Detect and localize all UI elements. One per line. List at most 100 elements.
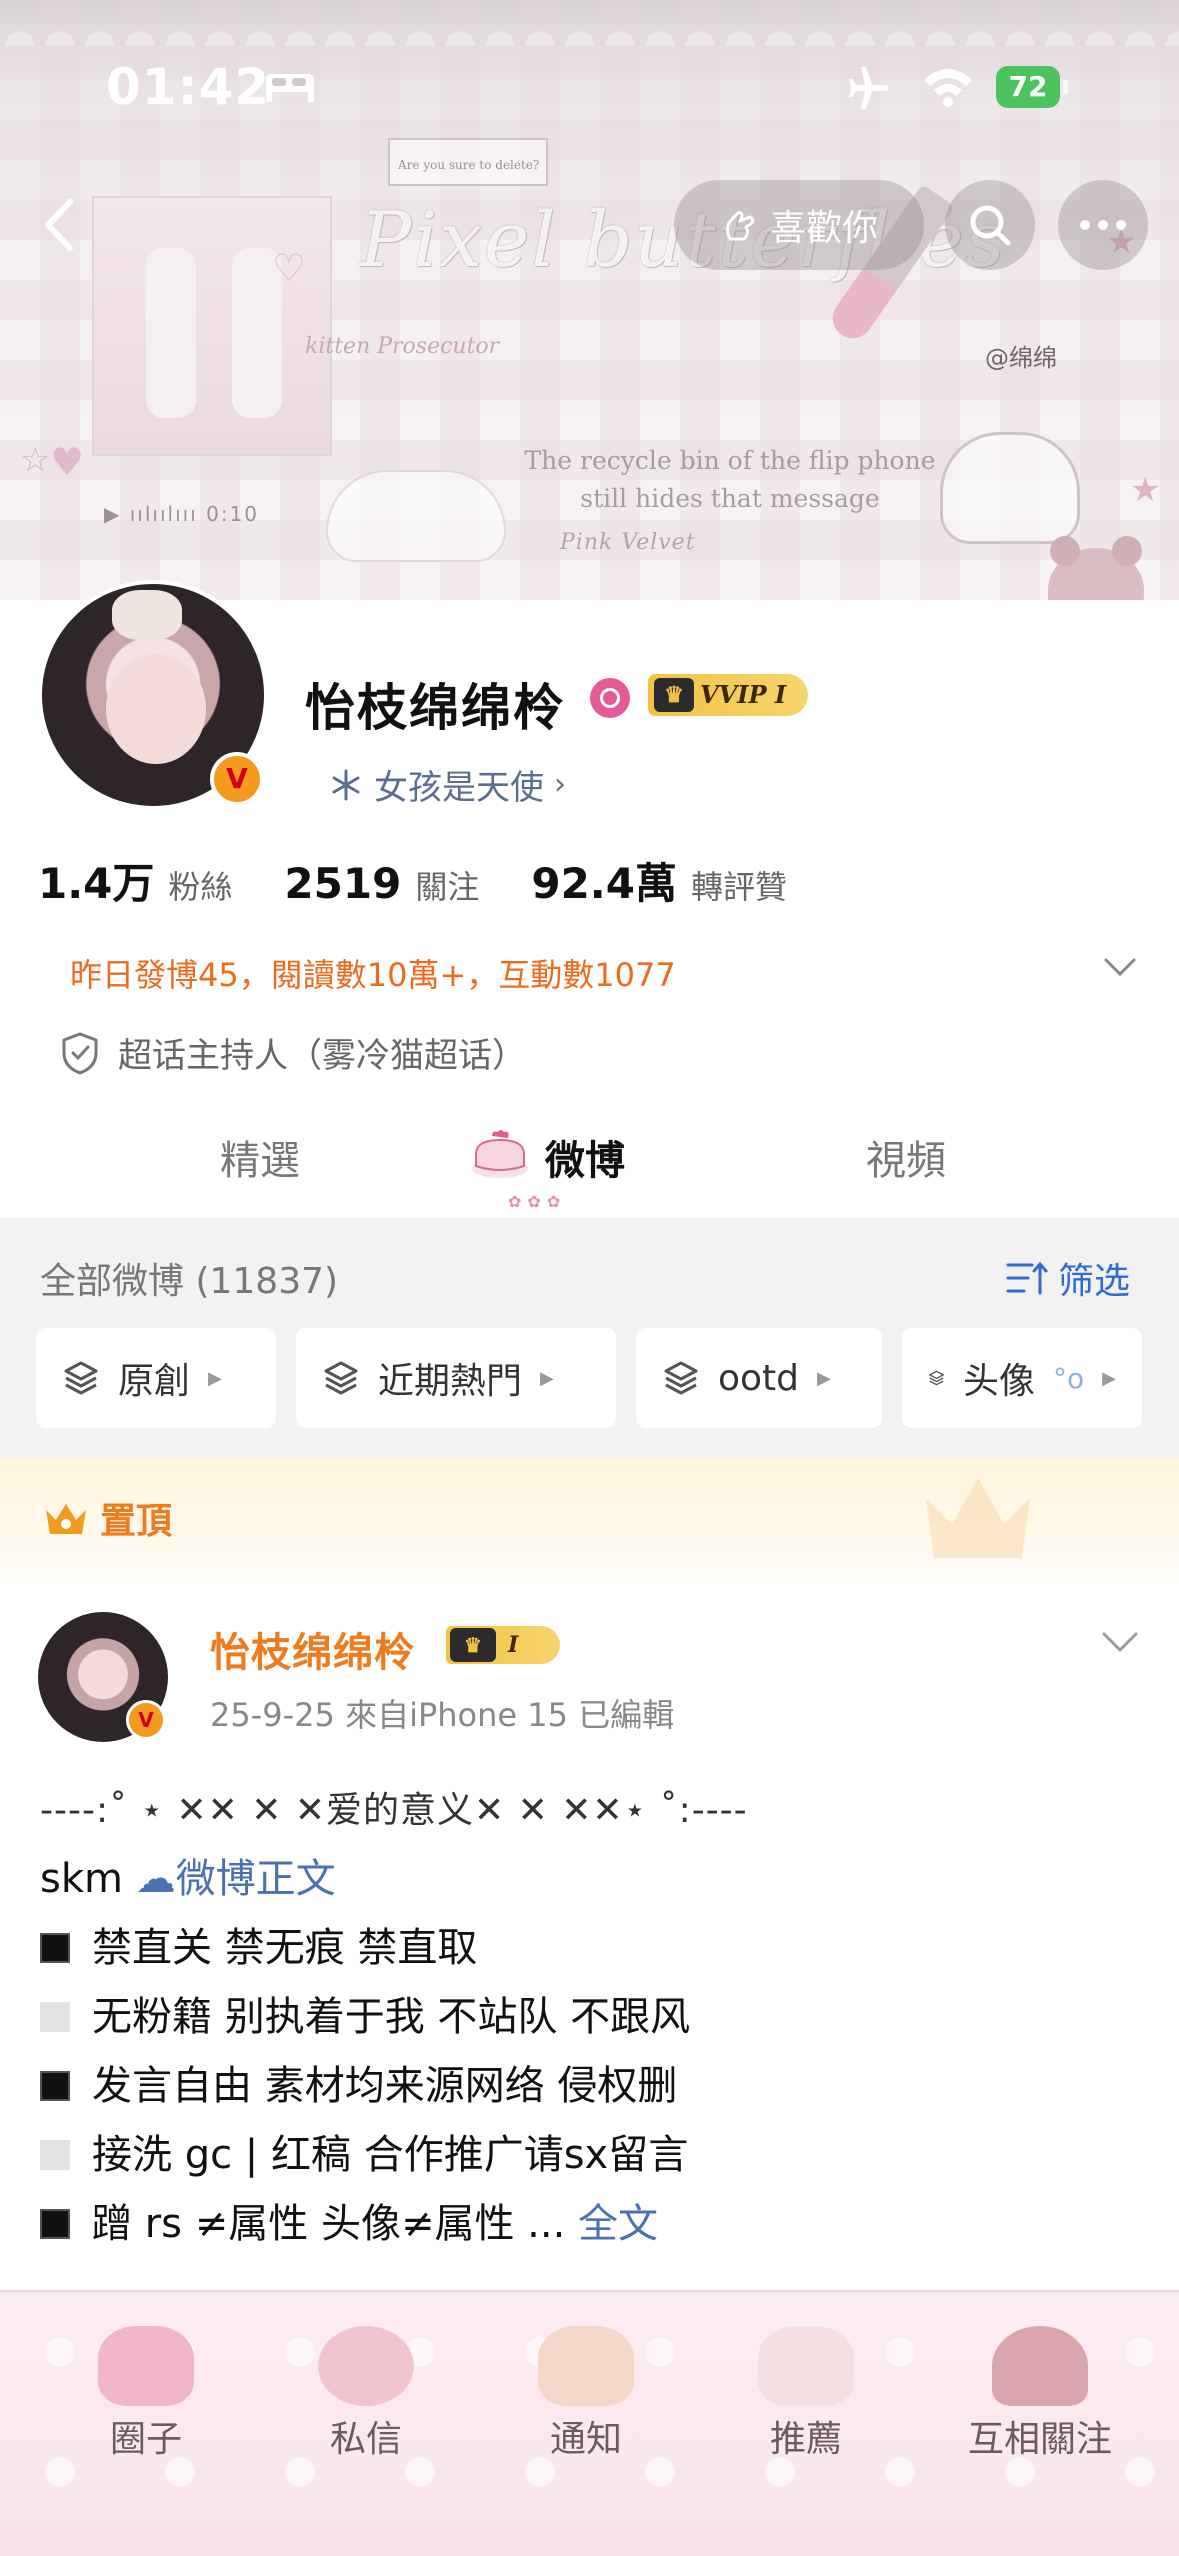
airplane-mode-icon <box>849 67 889 109</box>
chevron-down-icon[interactable] <box>1098 1626 1142 1658</box>
chip-arrow-icon: ▶ <box>208 1367 222 1389</box>
bullet-square <box>40 2071 70 2101</box>
bullet-square <box>40 2002 70 2032</box>
bubble-icon: °o <box>1053 1361 1085 1395</box>
wifi-icon <box>924 69 972 107</box>
star-decoration: ☆ <box>20 440 51 480</box>
stat-fans[interactable]: 1.4万 粉絲 <box>38 850 232 911</box>
chip-ootd[interactable]: ootd ▶ <box>636 1328 882 1428</box>
post-line-text: 无粉籍 别执着于我 不站队 不跟风 <box>92 1994 691 2040</box>
like-button[interactable]: 喜歡你 <box>674 180 924 270</box>
search-button[interactable] <box>945 180 1035 270</box>
nav-circle[interactable]: 圈子 <box>56 2326 236 2462</box>
mushroom-icon <box>992 2326 1088 2406</box>
avatar-face <box>106 654 206 764</box>
nav-label: 圈子 <box>109 2419 182 2460</box>
chip-arrow-icon: ▶ <box>817 1367 831 1389</box>
heart-box-icon <box>98 2326 194 2406</box>
chip-arrow-icon: ▶ <box>1102 1367 1116 1389</box>
heart-decoration: ♡ <box>272 246 307 290</box>
full-text-link[interactable]: 全文 <box>578 2201 658 2247</box>
chip-label: ootd <box>718 1357 800 1399</box>
chip-label: 头像 <box>963 1361 1036 1402</box>
feed-filter-area: 全部微博 (11837) 筛选 原創 ▶ 近期熱門 ▶ ootd ▶ 头像 °o… <box>0 1218 1179 1458</box>
heart-decoration: ♥ <box>50 440 85 484</box>
stat-interactions-number: 92.4萬 <box>531 859 677 908</box>
post-line-text: 蹭 rs ≠属性 头像≠属性 ... <box>92 2201 579 2247</box>
tab-videos[interactable]: 視頻 <box>866 1128 946 1186</box>
weibo-text-link[interactable]: ☁微博正文 <box>136 1856 336 1902</box>
stat-fans-label: 粉絲 <box>168 868 233 906</box>
host-label: 超话主持人（雾冷猫超话） <box>118 1036 526 1076</box>
nav-recommend[interactable]: 推薦 <box>716 2326 896 2462</box>
nav-label: 通知 <box>549 2419 622 2460</box>
like-label: 喜歡你 <box>769 208 878 249</box>
hand-heart-icon <box>725 211 755 241</box>
cloud-icon: ☁ <box>135 1856 176 1902</box>
nav-messages[interactable]: 私信 <box>276 2326 456 2462</box>
shield-icon <box>62 1031 98 1075</box>
profile-subtitle-link[interactable]: 女孩是天使 › <box>328 760 566 809</box>
back-icon[interactable] <box>26 190 96 260</box>
phone-heart-decoration <box>940 432 1080 544</box>
chip-recent-hot[interactable]: 近期熱門 ▶ <box>296 1328 616 1428</box>
status-time: 01:42 <box>106 58 271 116</box>
stat-interactions-label: 轉評贊 <box>690 868 787 906</box>
super-topic-host[interactable]: 超话主持人（雾冷猫超话） <box>60 1028 526 1077</box>
layers-icon <box>324 1361 358 1395</box>
subtitle-text: 女孩是天使 <box>374 768 544 808</box>
candy-icon <box>318 2326 414 2406</box>
nav-mutual-follow[interactable]: 互相關注 <box>940 2326 1140 2462</box>
weibo-text-label: 微博正文 <box>175 1856 336 1902</box>
status-bar: 01:42 72 <box>0 0 1179 150</box>
post-badge-label: I <box>508 1632 519 1658</box>
post-verified-badge: V <box>126 1700 166 1740</box>
nav-label: 推薦 <box>769 2419 842 2460</box>
battery-indicator: 72 <box>996 66 1068 108</box>
banner-subtitle: kitten Prosecutor <box>305 334 500 359</box>
search-icon <box>970 205 1011 246</box>
tab-featured[interactable]: 精選 <box>220 1128 300 1186</box>
banner-pink-velvet: Pink Velvet <box>560 530 696 555</box>
stat-fans-number: 1.4万 <box>38 859 155 908</box>
stat-interactions[interactable]: 92.4萬 轉評贊 <box>531 850 787 911</box>
profile-stats: 1.4万 粉絲 2519 關注 92.4萬 轉評贊 <box>38 850 839 911</box>
active-tab-indicator: ✿✿✿ <box>508 1192 567 1211</box>
chip-avatar[interactable]: 头像 °o ▶ <box>902 1328 1142 1428</box>
snowflake-icon <box>332 769 360 800</box>
chip-label: 原創 <box>118 1361 191 1402</box>
bottom-nav: 圈子 私信 通知 推薦 互相關注 <box>0 2290 1179 2556</box>
layers-icon <box>664 1361 698 1395</box>
filter-button[interactable]: 筛选 <box>1006 1252 1130 1304</box>
cat-decoration <box>326 470 506 562</box>
filter-label: 筛选 <box>1058 1261 1131 1302</box>
activity-summary: 昨日發博45，閱讀數10萬+，互動數1077 <box>70 956 676 994</box>
profile-name: 怡枝绵绵柃 <box>305 679 565 737</box>
vip-badge[interactable]: ♛ VVIP I <box>648 674 808 716</box>
nav-notifications[interactable]: 通知 <box>496 2326 676 2462</box>
bullet-square <box>40 1933 70 1963</box>
post-vip-badge[interactable]: ♛ I <box>446 1626 560 1664</box>
crown-icon <box>46 1504 86 1534</box>
post-line: 发言自由 素材均来源网络 侵权删 <box>40 2052 1140 2121</box>
chip-original[interactable]: 原創 ▶ <box>36 1328 276 1428</box>
post-line-text: 接洗 gc | 红稿 合作推广请sx留言 <box>92 2132 689 2178</box>
all-weibo-count: 全部微博 (11837) <box>40 1261 339 1302</box>
post-line-text: 发言自由 素材均来源网络 侵权删 <box>92 2063 678 2109</box>
stat-following-label: 關注 <box>415 868 480 906</box>
post-line: 无粉籍 别执着于我 不站队 不跟风 <box>40 1983 1140 2052</box>
more-button[interactable] <box>1058 180 1148 270</box>
super-topic-icon[interactable] <box>590 678 630 718</box>
nav-label: 互相關注 <box>967 2419 1112 2460</box>
chevron-down-icon[interactable] <box>1100 952 1140 982</box>
star-decoration: ★ <box>1130 470 1161 510</box>
avatar-bear-ears <box>112 590 182 640</box>
stat-following[interactable]: 2519 關注 <box>284 859 479 908</box>
crown-icon: ♛ <box>450 1628 496 1662</box>
pinned-text: 置頂 <box>100 1501 173 1542</box>
layers-icon <box>64 1361 98 1395</box>
chip-label: 近期熱門 <box>378 1361 523 1402</box>
post-author-name[interactable]: 怡枝绵绵柃 <box>210 1620 415 1678</box>
crown-decoration <box>926 1478 1030 1558</box>
tab-weibo[interactable]: 微博 <box>545 1128 625 1186</box>
